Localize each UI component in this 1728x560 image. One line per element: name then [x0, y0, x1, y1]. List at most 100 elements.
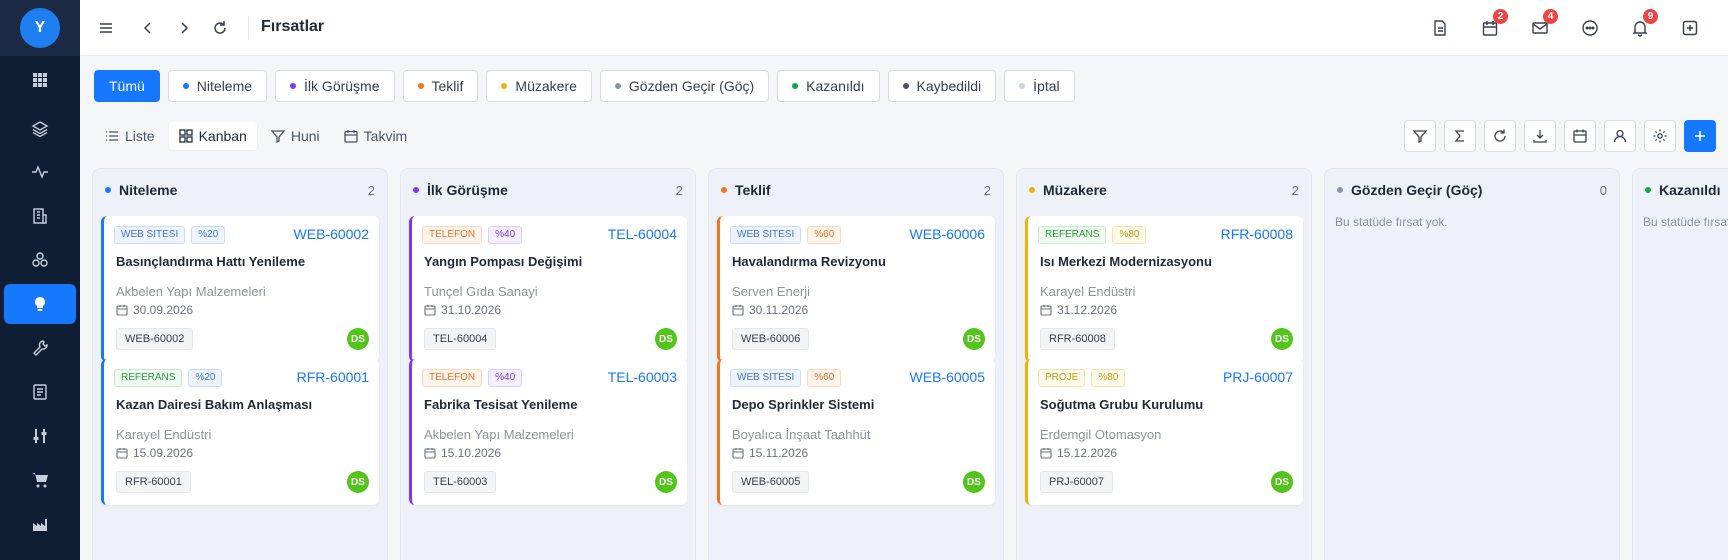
filter-chip-teklif[interactable]: Teklif	[402, 70, 479, 102]
sidebar-item-company[interactable]	[4, 196, 76, 236]
chat-icon	[1582, 20, 1598, 36]
board-toolbar	[1404, 120, 1716, 152]
card-title: Depo Sprinkler Sistemi	[732, 397, 875, 412]
filter-chip-niteleme[interactable]: Niteleme	[167, 70, 268, 102]
owner-avatar[interactable]: DS	[655, 471, 677, 493]
cubes-icon	[32, 252, 48, 267]
view-tab-funnel[interactable]: Huni	[261, 122, 330, 150]
opportunity-card[interactable]: WEB SITESI %20 WEB-60002 Basınçlandırma Hat…	[101, 216, 379, 362]
chat-button[interactable]	[1576, 14, 1604, 42]
activity-icon	[32, 165, 48, 179]
chevron-right-icon	[181, 22, 189, 34]
sidebar-item-apps[interactable]	[4, 60, 76, 100]
filter-chip-kaybedildi[interactable]: Kaybedildi	[887, 70, 997, 102]
card-tag: %20	[188, 369, 223, 387]
calendar-icon	[1040, 447, 1052, 459]
sidebar-item-modules[interactable]	[4, 240, 76, 280]
column-count: 2	[675, 182, 683, 198]
card-date-text: 15.12.2026	[1057, 446, 1118, 460]
card-tag: %60	[807, 226, 842, 244]
sidebar-item-layers[interactable]	[4, 109, 76, 149]
opportunity-card[interactable]: PROJE %80 PRJ-60007 Soğutma Grubu Kurulumu E…	[1025, 359, 1303, 505]
view-tab-calendar[interactable]: Takvim	[334, 122, 418, 150]
card-code-link[interactable]: WEB-60002	[294, 226, 369, 242]
sidebar-item-service[interactable]	[4, 328, 76, 368]
status-dot	[105, 187, 111, 193]
owner-avatar[interactable]: DS	[1271, 328, 1293, 350]
filter-chip-gozden-gecir[interactable]: Gözden Geçir (Göç)	[599, 70, 770, 102]
back-button[interactable]	[134, 14, 162, 42]
date-range-button[interactable]	[1564, 120, 1596, 152]
reports-button[interactable]	[1426, 14, 1454, 42]
list-icon	[106, 131, 118, 141]
refresh-button[interactable]	[1484, 120, 1516, 152]
owner-avatar[interactable]: DS	[655, 328, 677, 350]
export-button[interactable]	[1524, 120, 1556, 152]
sidebar-item-settings[interactable]	[4, 416, 76, 456]
card-code-link[interactable]: WEB-60006	[910, 226, 985, 242]
card-code-link[interactable]: WEB-60005	[910, 369, 985, 385]
card-company: Tunçel Gıda Sanayi	[424, 284, 538, 299]
kanban-column: Müzakere 2 REFERANS %80 RFR-60008 Isı Merkezi…	[1016, 168, 1312, 560]
add-opportunity-button[interactable]	[1684, 120, 1716, 152]
menu-toggle-button[interactable]	[92, 14, 120, 42]
opportunity-card[interactable]: WEB SITESI %60 WEB-60005 Depo Sprinkler Sis…	[717, 359, 995, 505]
filter-button[interactable]	[1404, 120, 1436, 152]
filter-chip-label: Kazanıldı	[806, 78, 865, 94]
opportunity-card[interactable]: REFERANS %20 RFR-60001 Kazan Dairesi Bakım …	[101, 359, 379, 505]
status-dot	[413, 187, 419, 193]
card-date: 31.12.2026	[1040, 303, 1117, 317]
filter-chip-label: Gözden Geçir (Göç)	[628, 78, 755, 94]
card-code-link[interactable]: TEL-60004	[608, 226, 677, 242]
calendar-button[interactable]: 2	[1476, 9, 1508, 42]
quick-add-button[interactable]	[1676, 14, 1704, 42]
sidebar-item-opportunities[interactable]	[4, 284, 76, 324]
owner-avatar[interactable]: DS	[347, 328, 369, 350]
card-code-link[interactable]: RFR-60008	[1221, 226, 1293, 242]
filter-chip-ilk-gorusme[interactable]: İlk Görüşme	[275, 70, 395, 102]
mail-button[interactable]: 4	[1526, 9, 1558, 42]
calendar-icon	[1040, 304, 1052, 316]
page-title: Fırsatlar	[261, 18, 325, 35]
column-title-wrap: Müzakere	[1029, 182, 1107, 198]
opportunity-card[interactable]: TELEFON %40 TEL-60004 Yangın Pompası Değişi…	[409, 216, 687, 362]
settings-button[interactable]	[1644, 120, 1676, 152]
view-tab-kanban[interactable]: Kanban	[168, 122, 257, 150]
sidebar-item-production[interactable]	[4, 504, 76, 544]
card-code-link[interactable]: RFR-60001	[297, 369, 369, 385]
reload-button[interactable]	[206, 14, 234, 42]
forward-button[interactable]	[170, 14, 198, 42]
card-date: 15.12.2026	[1040, 446, 1117, 460]
card-code-link[interactable]: TEL-60003	[608, 369, 677, 385]
view-tab-list[interactable]: Liste	[95, 122, 165, 150]
card-title: Havalandırma Revizyonu	[732, 254, 886, 269]
top-header: Fırsatlar 2 4 9	[80, 0, 1728, 56]
opportunity-card[interactable]: REFERANS %80 RFR-60008 Isı Merkezi Moderniz…	[1025, 216, 1303, 362]
status-dot	[182, 83, 189, 89]
filter-chip-iptal[interactable]: İptal	[1004, 70, 1075, 102]
card-reference: WEB-60005	[732, 471, 810, 493]
owner-avatar[interactable]: DS	[347, 471, 369, 493]
user-avatar[interactable]: Y	[20, 8, 60, 48]
column-header: Kazanıldı	[1633, 169, 1728, 211]
column-count: 0	[1599, 182, 1607, 198]
filter-chip-all[interactable]: Tümü	[94, 70, 160, 102]
opportunity-card[interactable]: TELEFON %40 TEL-60003 Fabrika Tesisat Yenil…	[409, 359, 687, 505]
summary-button[interactable]	[1444, 120, 1476, 152]
sidebar-item-activity[interactable]	[4, 152, 76, 192]
opportunity-card[interactable]: WEB SITESI %60 WEB-60006 Havalandırma Reviz…	[717, 216, 995, 362]
column-count: 2	[1291, 182, 1299, 198]
filter-chip-muzakere[interactable]: Müzakere	[486, 70, 592, 102]
card-date-text: 31.10.2026	[441, 303, 502, 317]
owner-avatar[interactable]: DS	[1271, 471, 1293, 493]
card-tag: REFERANS	[114, 369, 183, 387]
sidebar-item-documents[interactable]	[4, 372, 76, 412]
owner-filter-button[interactable]	[1604, 120, 1636, 152]
owner-avatar[interactable]: DS	[963, 471, 985, 493]
owner-avatar[interactable]: DS	[963, 328, 985, 350]
notifications-button[interactable]: 9	[1626, 9, 1658, 42]
sidebar-item-sales[interactable]	[4, 460, 76, 500]
card-code-link[interactable]: PRJ-60007	[1223, 369, 1293, 385]
document-icon	[33, 384, 47, 400]
filter-chip-kazanildi[interactable]: Kazanıldı	[777, 70, 880, 102]
